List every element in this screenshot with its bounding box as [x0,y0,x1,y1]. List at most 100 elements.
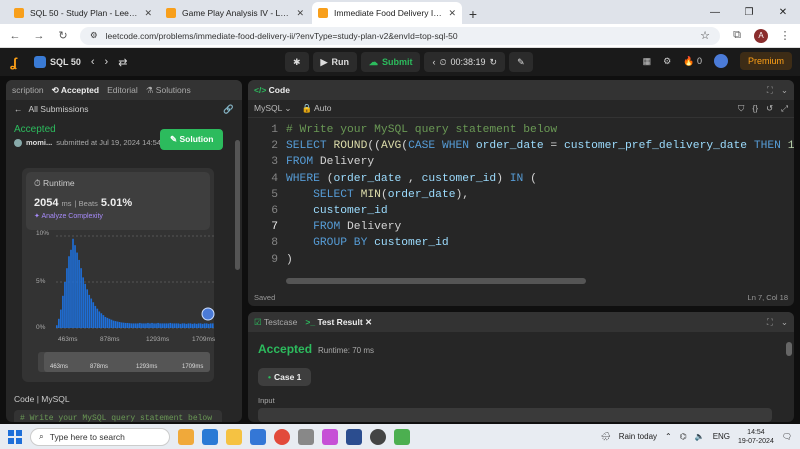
histogram-bar[interactable] [167,323,170,328]
histogram-bar[interactable] [124,322,127,328]
tab-editorial[interactable]: Editorial [107,85,138,95]
tab-description[interactable]: scription [12,85,44,95]
histogram-bar[interactable] [155,323,157,328]
app-icon-3[interactable] [370,428,386,445]
histogram-bar[interactable] [145,323,147,328]
app-icon[interactable] [322,428,338,445]
histogram-bar[interactable] [98,311,101,328]
histogram-bar[interactable] [183,323,186,328]
link-icon[interactable]: 🔗 [223,104,234,115]
histogram-bar[interactable] [120,322,123,328]
editor-horizontal-scrollbar[interactable] [286,278,586,284]
bookmark-icon[interactable]: ⛉ [738,103,744,114]
histogram-bar[interactable] [165,323,168,328]
timer[interactable]: ‹ ⏲ 00:38:19 ↻ [424,52,506,72]
url-input[interactable]: ⚙ leetcode.com/problems/immediate-food-d… [80,26,720,45]
notes-button[interactable]: ✎ [509,52,533,72]
code-editor[interactable]: 1 # Write your MySQL query statement belo… [248,118,794,268]
vscode-icon[interactable] [250,428,266,445]
user-avatar[interactable] [713,54,728,68]
histogram-bar[interactable] [141,323,143,328]
browser-tab[interactable]: Game Play Analysis IV - LeetCo ✕ [160,2,310,24]
reset-icon[interactable]: ↺ [766,103,773,114]
runtime-box[interactable]: ⏱ Runtime 2054 ms | Beats 5.01% ✦ Analyz… [26,172,210,230]
histogram-bar[interactable] [207,323,210,328]
histogram-bar[interactable] [100,313,103,328]
network-icon[interactable]: ⌬ [680,432,687,441]
minimize-icon[interactable]: — [698,0,732,24]
histogram-bar[interactable] [171,323,174,328]
code-line[interactable]: # Write your MySQL query statement below [286,124,557,136]
all-submissions-link[interactable]: ← All Submissions 🔗 [6,100,242,118]
browser-tab[interactable]: SQL 50 - Study Plan - LeetCode ✕ [8,2,158,24]
histogram-bar[interactable] [191,323,194,328]
code-line[interactable]: SELECT ROUND((AVG(CASE WHEN order_date =… [286,140,794,152]
app-icon-2[interactable] [346,428,362,445]
histogram-bar[interactable] [82,277,84,328]
coins-counter[interactable]: 🔥 0 [683,56,702,67]
code-line[interactable]: ) [286,254,293,266]
settings-icon[interactable]: ⚙ [663,56,671,67]
histogram-bar[interactable] [137,323,139,328]
browser-tab[interactable]: Immediate Food Delivery II - Le ✕ [312,2,462,24]
histogram-bar[interactable] [209,323,212,328]
code-line[interactable]: GROUP BY customer_id [286,237,449,249]
histogram-bar[interactable] [66,268,68,328]
histogram-bar[interactable] [189,323,192,328]
histogram-bar[interactable] [112,320,115,328]
chevron-up-icon[interactable]: ⌃ [665,432,672,441]
histogram-bar[interactable] [161,323,163,328]
new-tab-button[interactable]: + [464,4,482,24]
histogram-bar[interactable] [118,322,121,328]
histogram-bar[interactable] [80,268,82,328]
notification-icon[interactable]: 🗨 [782,432,792,441]
tab-test-result[interactable]: >_ Test Result ✕ [305,317,372,328]
histogram-bar[interactable] [78,259,80,328]
premium-button[interactable]: Premium [739,52,792,70]
histogram-bar[interactable] [132,323,135,328]
histogram-bar[interactable] [94,305,97,328]
histogram-bar[interactable] [110,319,113,328]
code-line[interactable]: FROM Delivery [286,221,401,233]
histogram-bar[interactable] [201,323,204,328]
weather-icon[interactable]: 🌧 [601,432,611,441]
histogram-bar[interactable] [169,322,172,328]
forward-icon[interactable]: → [32,30,46,42]
run-button[interactable]: ▶ Run [312,52,357,72]
study-plan-button[interactable]: SQL 50 [34,56,81,68]
settings-app-icon[interactable] [298,428,314,445]
histogram-bar[interactable] [139,322,141,328]
close-tab-icon[interactable]: ✕ [448,8,456,19]
clock[interactable]: 14:54 19-07-2024 [738,428,774,446]
case-1-button[interactable]: • Case 1 [258,368,312,386]
histogram-bar[interactable] [88,294,91,328]
debug-button[interactable]: ✱ [285,52,309,72]
histogram-bar[interactable] [199,323,202,328]
extensions-icon[interactable]: ⧉ [730,29,744,42]
histogram-bar[interactable] [130,323,133,328]
braces-icon[interactable]: {} [752,103,758,114]
file-explorer-icon[interactable] [226,428,242,445]
histogram-bar[interactable] [60,309,62,328]
auto-format-toggle[interactable]: 🔒 Auto [302,103,332,114]
reset-timer-icon[interactable]: ↻ [490,57,498,68]
histogram-bar[interactable] [62,295,64,328]
widgets-icon[interactable] [178,428,194,445]
code-tab[interactable]: </> Code [254,85,290,95]
close-tab-icon[interactable]: ✕ [144,8,152,19]
histogram-bar[interactable] [175,323,178,328]
histogram-bar[interactable] [128,323,131,328]
histogram-bar[interactable] [157,322,159,328]
taskbar-search[interactable]: ⌕ Type here to search [30,427,170,446]
fullscreen-icon[interactable]: ⤢ [781,103,788,114]
histogram-bar[interactable] [195,323,198,328]
next-problem-icon[interactable]: › [105,56,109,68]
histogram-bar[interactable] [76,252,78,328]
tab-accepted[interactable]: ⟲ Accepted [52,85,99,96]
volume-icon[interactable]: 🔈 [695,432,705,441]
histogram-bar[interactable] [197,323,200,328]
histogram-bar[interactable] [70,249,72,328]
close-window-icon[interactable]: ✕ [766,0,800,24]
histogram-bar[interactable] [177,323,180,328]
histogram-bar[interactable] [56,325,58,328]
